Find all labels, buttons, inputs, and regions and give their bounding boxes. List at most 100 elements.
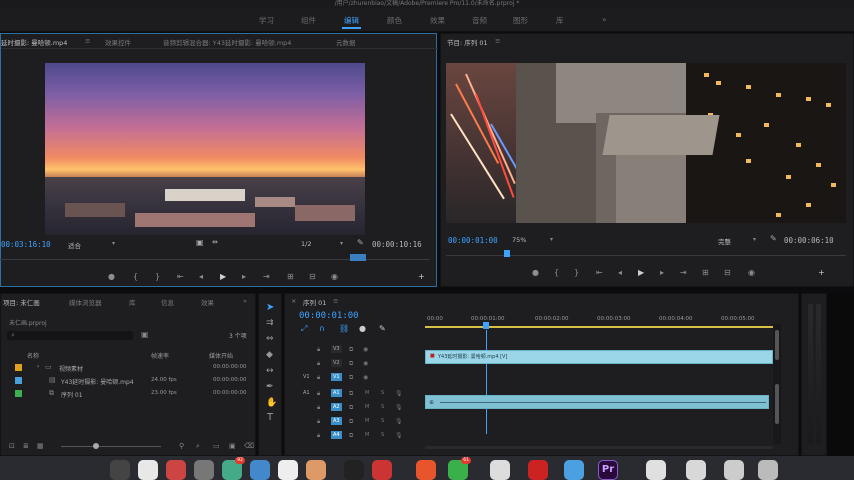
tab-sequence[interactable]: 序列 01: [303, 297, 326, 307]
timeline-menu-icon[interactable]: ≡: [333, 297, 338, 305]
fit-chevron-icon[interactable]: ▾: [112, 240, 115, 247]
program-quality-dropdown[interactable]: 完整: [718, 236, 731, 246]
dock-app-icon[interactable]: [686, 460, 706, 480]
sync-lock-icon[interactable]: ⧉: [349, 404, 353, 412]
new-item-icon[interactable]: ▣: [229, 442, 236, 450]
linked-selection-icon[interactable]: ⛓: [339, 324, 349, 333]
bin-chevron-icon[interactable]: ›: [37, 363, 39, 370]
project-more-button[interactable]: »: [243, 297, 247, 305]
video-clip[interactable]: ■ Y43延时摄影: 曼哈顿.mp4 [V]: [425, 350, 773, 364]
source-timecode[interactable]: 00:03:16:10: [1, 240, 51, 249]
mute-button[interactable]: M: [365, 432, 369, 438]
tab-source[interactable]: 延时摄影: 曼哈顿.mp4: [1, 37, 67, 47]
program-menu-icon[interactable]: ≡: [495, 37, 500, 45]
razor-icon[interactable]: ◆: [266, 350, 273, 360]
program-zoom-dropdown[interactable]: 75%: [512, 236, 526, 244]
source-scrubber[interactable]: [0, 254, 430, 264]
lock-icon[interactable]: 🔒︎: [317, 432, 320, 440]
dock-app-icon[interactable]: [194, 460, 214, 480]
mic-icon[interactable]: 🎙︎: [395, 404, 403, 411]
quality-chevron-icon[interactable]: ▾: [753, 236, 756, 243]
program-step-back-icon[interactable]: ◂: [618, 268, 622, 277]
dock-app-icon[interactable]: [528, 460, 548, 480]
list-item[interactable]: ▤ Y43延时摄影: 曼哈顿.mp4 24.00 fps 00:00:00:00: [1, 375, 257, 387]
program-lift-icon[interactable]: ⊞: [702, 268, 709, 277]
dock-app-icon[interactable]: [110, 460, 130, 480]
program-playhead[interactable]: [504, 250, 510, 257]
type-tool-icon[interactable]: T: [267, 412, 273, 423]
scrollbar-thumb-upper[interactable]: [775, 330, 779, 360]
dock-app-icon[interactable]: [278, 460, 298, 480]
source-camera-icon[interactable]: ◉: [331, 272, 338, 281]
nest-icon[interactable]: ⤢: [301, 324, 307, 334]
source-add-button[interactable]: +: [418, 272, 425, 281]
dock-app-icon[interactable]: [564, 460, 584, 480]
eye-icon[interactable]: ◉: [363, 360, 368, 367]
zoom-slider[interactable]: [61, 446, 161, 447]
resolution-chevron-icon[interactable]: ▾: [340, 240, 343, 247]
list-item[interactable]: › ▭ 视频素材 00:00:00:00: [1, 362, 257, 374]
workspace-more-button[interactable]: »: [602, 15, 607, 24]
program-timecode[interactable]: 00:00:01:00: [448, 236, 498, 245]
trash-icon[interactable]: [758, 460, 778, 480]
solo-button[interactable]: S: [381, 404, 384, 410]
source-settings-icon[interactable]: ▣: [196, 238, 204, 247]
mic-icon[interactable]: 🎙︎: [395, 432, 403, 439]
timeline-playhead-handle[interactable]: [483, 322, 489, 329]
column-media-start[interactable]: 媒体开始: [209, 351, 233, 360]
timeline-ruler[interactable]: 00:00 00:00:01:00 00:00:02:00 00:00:03:0…: [425, 312, 777, 334]
dock-app-icon[interactable]: [306, 460, 326, 480]
source-goto-out-icon[interactable]: ⇥: [263, 272, 270, 281]
workspace-libraries[interactable]: 库: [556, 15, 564, 26]
pen-icon[interactable]: ✒: [266, 382, 274, 392]
qq-icon[interactable]: [344, 460, 364, 480]
lock-icon[interactable]: 🔒︎: [317, 360, 320, 368]
tab-metadata[interactable]: 元数据: [336, 37, 356, 47]
program-mark-out-icon[interactable]: }: [574, 268, 579, 277]
program-camera-icon[interactable]: ◉: [748, 268, 755, 277]
source-resolution-dropdown[interactable]: 1/2: [301, 240, 311, 248]
program-play-button[interactable]: ▶: [638, 268, 644, 277]
program-goto-out-icon[interactable]: ⇥: [680, 268, 687, 277]
tab-effects[interactable]: 效果: [201, 297, 214, 307]
slip-icon[interactable]: ↔: [266, 366, 274, 376]
new-bin-icon[interactable]: ▭: [213, 442, 220, 450]
source-overwrite-icon[interactable]: ⊟: [309, 272, 316, 281]
eye-icon[interactable]: ◉: [363, 346, 368, 353]
source-step-fwd-icon[interactable]: ▸: [242, 272, 246, 281]
track-label[interactable]: A3: [331, 417, 342, 425]
source-step-back-icon[interactable]: ◂: [199, 272, 203, 281]
find-icon[interactable]: ⌕: [196, 442, 200, 451]
column-fps[interactable]: 帧速率: [151, 351, 169, 360]
automate-icon[interactable]: ⚲: [179, 442, 184, 450]
project-search-input[interactable]: [7, 331, 133, 340]
sync-lock-icon[interactable]: ⧉: [349, 390, 353, 398]
dock-app-icon[interactable]: [724, 460, 744, 480]
list-view-icon[interactable]: ≣: [23, 442, 29, 450]
program-wrench-icon[interactable]: ✎: [770, 234, 777, 243]
track-label[interactable]: V3: [331, 345, 342, 353]
solo-button[interactable]: S: [381, 418, 384, 424]
snap-icon[interactable]: ∩: [319, 324, 325, 333]
sync-lock-icon[interactable]: ⧉: [349, 346, 353, 354]
mute-button[interactable]: M: [365, 390, 369, 396]
h-scrollbar-thumb[interactable]: [425, 446, 773, 449]
track-label[interactable]: A1: [331, 389, 342, 397]
source-marker-icon[interactable]: ●: [108, 272, 115, 281]
work-area-bar[interactable]: [425, 326, 777, 328]
premiere-pro-icon[interactable]: Pr: [598, 460, 618, 480]
clear-icon[interactable]: ⌫: [244, 442, 254, 450]
program-mark-in-icon[interactable]: {: [554, 268, 559, 277]
timeline-close-icon[interactable]: ×: [291, 297, 296, 305]
audio-clip[interactable]: ⊕: [425, 395, 769, 409]
dock-app-icon[interactable]: [416, 460, 436, 480]
tab-info[interactable]: 信息: [161, 297, 174, 307]
source-drag-icon[interactable]: ⇹: [212, 238, 218, 246]
hand-icon[interactable]: ✋: [266, 398, 277, 408]
timeline-horizontal-scrollbar[interactable]: [425, 444, 773, 451]
tab-libraries[interactable]: 库: [129, 297, 136, 307]
workspace-graphics[interactable]: 图形: [513, 15, 528, 26]
list-item[interactable]: ⧉ 序列 01 23.00 fps 00:00:00:00: [1, 388, 257, 400]
program-marker-icon[interactable]: ●: [532, 268, 539, 277]
source-menu-icon[interactable]: ≡: [85, 37, 90, 45]
